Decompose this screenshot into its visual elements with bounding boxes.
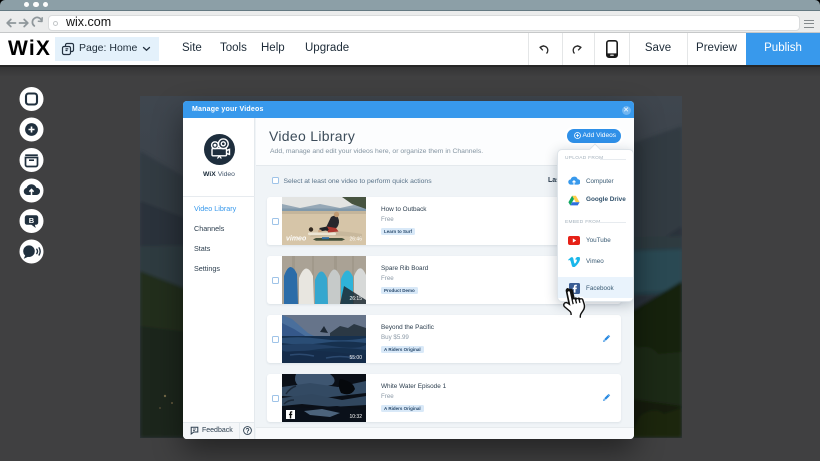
svg-text:B: B bbox=[29, 216, 35, 225]
svg-text:10:32: 10:32 bbox=[349, 414, 362, 420]
svg-text:55:00: 55:00 bbox=[349, 355, 362, 361]
svg-text:26:46: 26:46 bbox=[349, 237, 362, 243]
svg-text:vimeo: vimeo bbox=[286, 236, 307, 243]
svg-text:26:15: 26:15 bbox=[349, 296, 362, 302]
